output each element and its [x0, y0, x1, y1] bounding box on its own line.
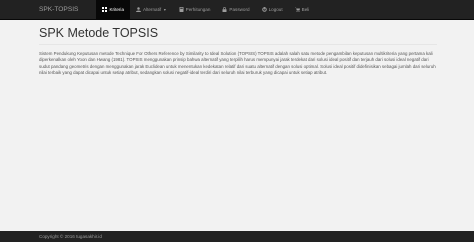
page-description: Sistem Pendukung Keputusan metode Techni… — [39, 51, 436, 75]
nav-item-label: Password — [229, 7, 250, 12]
nav-item-label: Kriteria — [109, 7, 125, 12]
brand-link[interactable]: SPK-TOPSIS — [39, 6, 78, 13]
logout-icon — [261, 7, 267, 12]
caret-down-icon: ▼ — [163, 7, 167, 12]
nav-item-password[interactable]: Password — [216, 0, 255, 19]
copyright-text: Copyright © 2016 tugasakhir.id — [39, 234, 102, 239]
nav-item-perhitungan[interactable]: Perhitungan — [173, 0, 217, 19]
footer: Copyright © 2016 tugasakhir.id — [0, 231, 474, 242]
title-divider — [39, 44, 437, 45]
nav-item-label: Alternatif — [143, 7, 162, 12]
nav-item-alternatif[interactable]: Alternatif ▼ — [130, 0, 173, 19]
grid-icon — [102, 7, 108, 12]
nav-item-label: Logout — [268, 7, 283, 12]
user-icon — [136, 7, 142, 12]
main-content: SPK Metode TOPSIS Sistem Pendukung Keput… — [39, 19, 437, 76]
nav-item-logout[interactable]: Logout — [256, 0, 289, 19]
nav-item-beli[interactable]: Beli — [289, 0, 316, 19]
top-navbar: SPK-TOPSIS Kriteria Alternatif ▼ Perhitu… — [0, 0, 474, 20]
nav-item-label: Beli — [301, 7, 310, 12]
page-title: SPK Metode TOPSIS — [39, 26, 159, 40]
lock-icon — [222, 7, 227, 12]
cart-icon — [294, 7, 300, 12]
calculator-icon — [179, 7, 184, 12]
nav-item-label: Perhitungan — [185, 7, 211, 12]
nav-item-kriteria[interactable]: Kriteria — [96, 0, 131, 19]
